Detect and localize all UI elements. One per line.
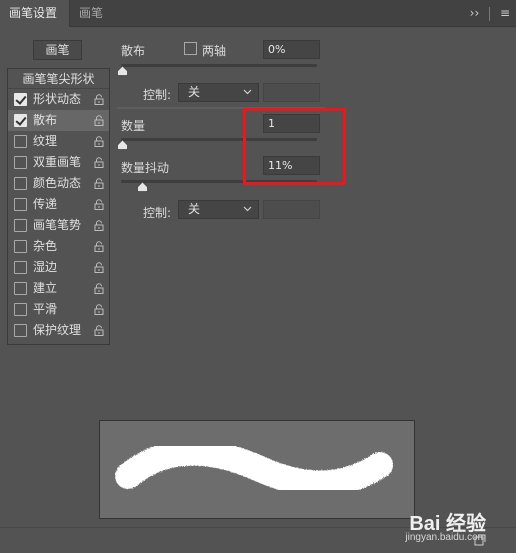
chevron-down-icon (243, 206, 252, 212)
brush-options-list: 画笔笔尖形状 形状动态散布纹理双重画笔颜色动态传递画笔笔势杂色湿边建立平滑保护纹… (7, 68, 110, 345)
count-label: 数量 (121, 119, 146, 133)
list-item[interactable]: 散布 (8, 110, 109, 131)
option-label: 形状动态 (33, 92, 82, 106)
scatter-control-select[interactable]: 关 (178, 83, 259, 102)
lock-icon[interactable] (94, 157, 104, 168)
option-label: 双重画笔 (33, 155, 82, 169)
list-item[interactable]: 传递 (8, 194, 109, 215)
option-label: 画笔笔势 (33, 218, 82, 232)
lock-icon[interactable] (94, 220, 104, 231)
brush-presets-button[interactable]: 画笔 (33, 40, 82, 60)
option-label: 保护纹理 (33, 323, 82, 337)
scatter-value-field[interactable]: 0% (263, 40, 320, 59)
option-label: 颜色动态 (33, 176, 82, 190)
option-checkbox[interactable] (14, 303, 27, 316)
count-jitter-control-label: 控制: (143, 206, 172, 220)
lock-icon[interactable] (94, 115, 104, 126)
option-checkbox[interactable] (14, 219, 27, 232)
highlight-box (243, 108, 346, 185)
option-checkbox[interactable] (14, 114, 27, 127)
menu-icon[interactable]: ≡ (500, 0, 510, 27)
watermark-url: jingyan.baidu.com (405, 532, 486, 543)
list-item[interactable]: 画笔笔势 (8, 215, 109, 236)
list-item[interactable]: 纹理 (8, 131, 109, 152)
count-jitter-control-select[interactable]: 关 (178, 200, 259, 219)
scatter-slider-thumb[interactable] (116, 66, 128, 76)
scatter-control-value-field (263, 83, 320, 102)
lock-icon[interactable] (94, 178, 104, 189)
tab-divider (489, 6, 491, 21)
list-item[interactable]: 平滑 (8, 299, 109, 320)
tab-brush-settings[interactable]: 画笔设置 (0, 0, 69, 28)
lock-icon[interactable] (94, 199, 104, 210)
list-item[interactable]: 湿边 (8, 257, 109, 278)
option-label: 纹理 (33, 134, 58, 148)
option-label: 传递 (33, 197, 58, 211)
scatter-label: 散布 (121, 44, 146, 58)
list-item[interactable]: 形状动态 (8, 89, 109, 110)
count-jitter-label: 数量抖动 (121, 161, 170, 175)
both-axes-label: 两轴 (202, 44, 227, 58)
count-slider-thumb[interactable] (116, 140, 128, 150)
scatter-slider-track[interactable] (121, 64, 317, 67)
lock-icon[interactable] (94, 325, 104, 336)
option-checkbox[interactable] (14, 156, 27, 169)
list-item[interactable]: 杂色 (8, 236, 109, 257)
list-item[interactable]: 颜色动态 (8, 173, 109, 194)
list-item[interactable]: 双重画笔 (8, 152, 109, 173)
option-checkbox[interactable] (14, 93, 27, 106)
option-label: 平滑 (33, 302, 58, 316)
option-label: 散布 (33, 113, 58, 127)
scatter-control-label: 控制: (143, 88, 172, 102)
list-item[interactable]: 保护纹理 (8, 320, 109, 341)
option-label: 湿边 (33, 260, 58, 274)
lock-icon[interactable] (94, 94, 104, 105)
expand-icon[interactable]: ›› (470, 0, 480, 27)
option-label: 杂色 (33, 239, 58, 253)
option-checkbox[interactable] (14, 324, 27, 337)
lock-icon[interactable] (94, 136, 104, 147)
option-checkbox[interactable] (14, 198, 27, 211)
both-axes-checkbox[interactable] (184, 42, 197, 55)
lock-icon[interactable] (94, 304, 104, 315)
option-checkbox[interactable] (14, 177, 27, 190)
brush-stroke-preview (99, 420, 415, 519)
tab-brush[interactable]: 画笔 (69, 0, 112, 27)
count-jitter-control-value-field (263, 200, 320, 219)
lock-icon[interactable] (94, 283, 104, 294)
lock-icon[interactable] (94, 262, 104, 273)
list-item[interactable]: 建立 (8, 278, 109, 299)
brush-stroke (115, 439, 393, 497)
lock-icon[interactable] (94, 241, 104, 252)
count-jitter-slider-thumb[interactable] (137, 182, 148, 192)
option-checkbox[interactable] (14, 240, 27, 253)
option-checkbox[interactable] (14, 135, 27, 148)
panel-tab-bar: 画笔设置 画笔 ›› ≡ (0, 0, 516, 28)
option-checkbox[interactable] (14, 282, 27, 295)
brush-tip-shape-item[interactable]: 画笔笔尖形状 (8, 69, 109, 89)
scatter-control-value: 关 (188, 85, 201, 99)
option-checkbox[interactable] (14, 261, 27, 274)
option-label: 建立 (33, 281, 58, 295)
count-jitter-control-value: 关 (188, 202, 201, 216)
chevron-down-icon (243, 89, 252, 95)
